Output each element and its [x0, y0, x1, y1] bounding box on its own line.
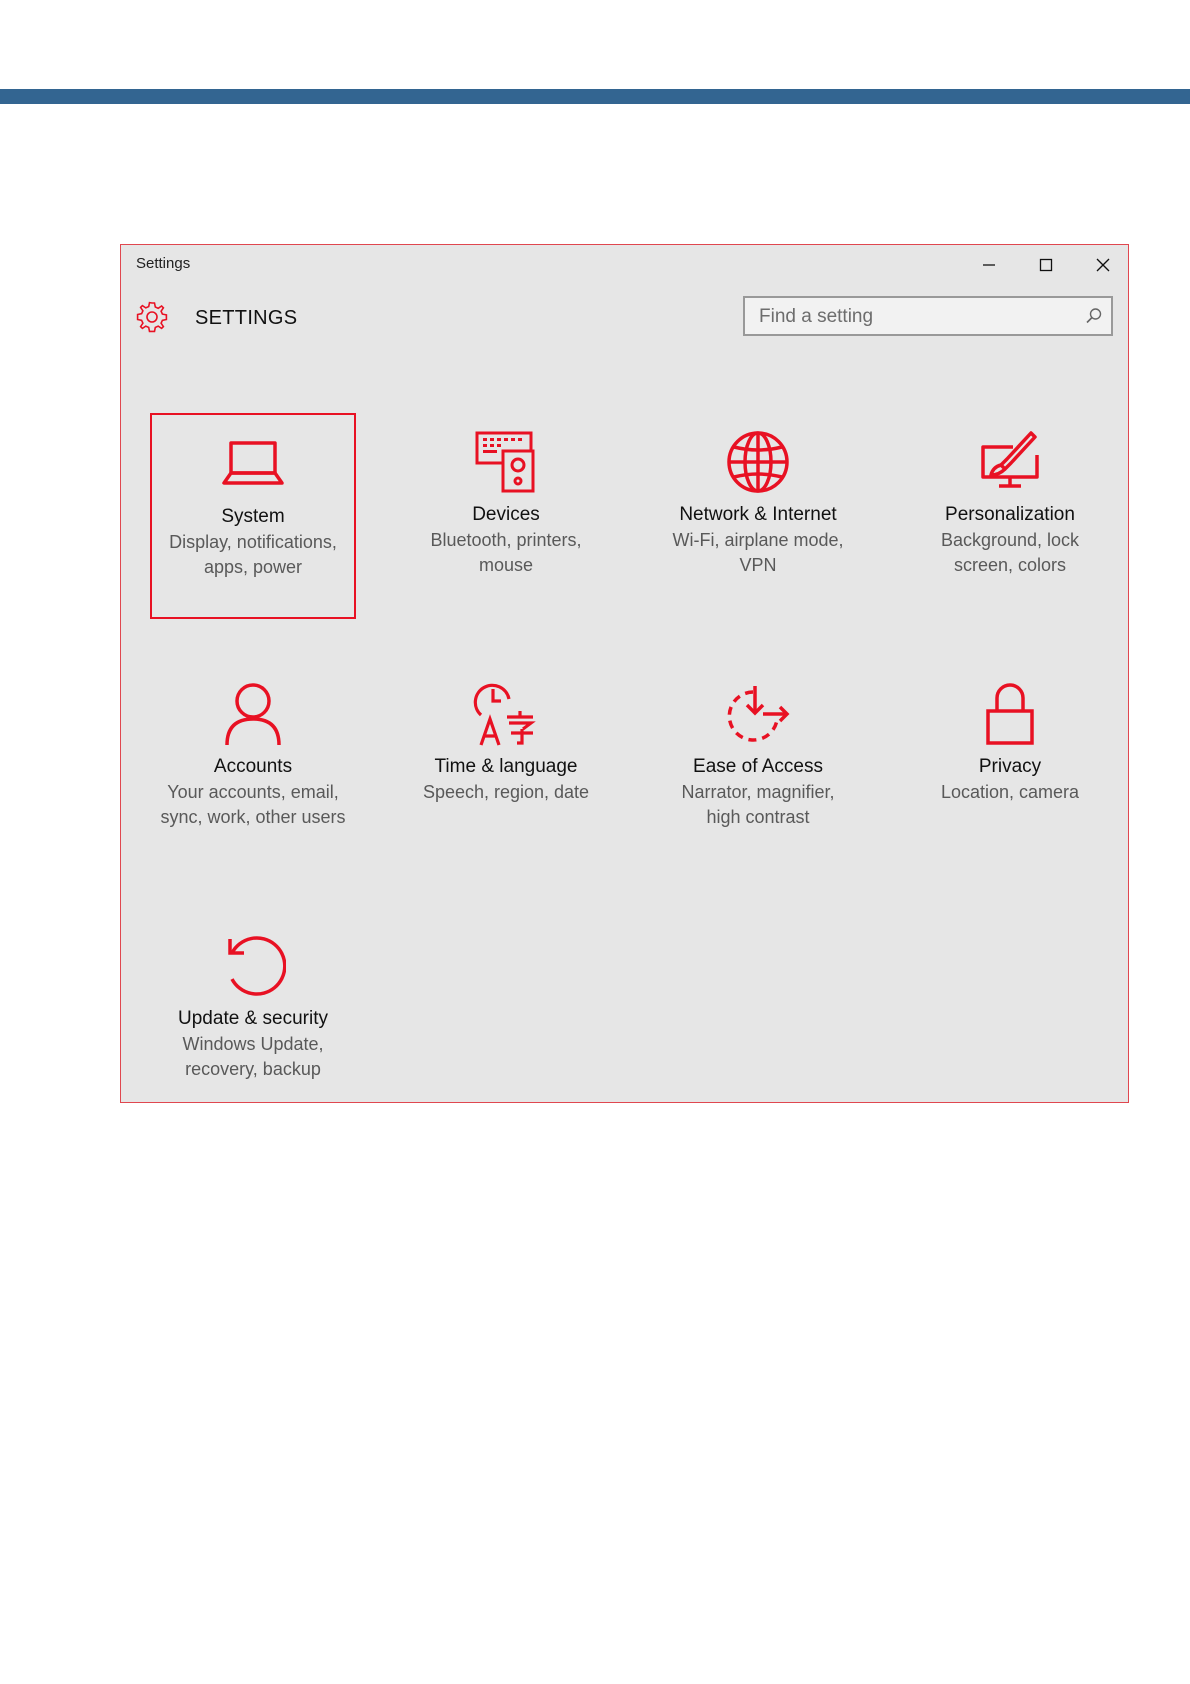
search-input[interactable] — [757, 298, 1081, 336]
globe-icon — [727, 431, 789, 493]
tile-description: Bluetooth, printers, mouse — [430, 530, 582, 575]
paintbrush-icon — [981, 431, 1039, 488]
lock-icon — [986, 683, 1034, 745]
tile-description: Narrator, magnifier, high contrast — [681, 782, 835, 827]
page-title: SETTINGS — [195, 307, 298, 329]
laptop-icon — [222, 441, 284, 485]
window-title: Settings — [136, 255, 191, 272]
maximize-button[interactable] — [1018, 245, 1074, 285]
tile-network-internet[interactable]: Network & Internet Wi-Fi, airplane mode,… — [655, 413, 861, 619]
tile-title: Time & language — [434, 756, 578, 777]
close-icon — [1096, 258, 1110, 272]
minimize-button[interactable] — [961, 245, 1017, 285]
tile-description: Your accounts, email, sync, work, other u… — [160, 782, 346, 827]
refresh-icon — [228, 936, 286, 996]
close-button[interactable] — [1075, 245, 1131, 285]
settings-window: Settings SETTINGS Find a setting System … — [120, 244, 1129, 1103]
tile-title: Privacy — [978, 756, 1042, 777]
tile-devices[interactable]: Devices Bluetooth, printers, mouse — [403, 413, 609, 619]
document-header-bar — [0, 89, 1190, 104]
tile-accounts[interactable]: Accounts Your accounts, email, sync, work… — [150, 665, 356, 871]
tile-system[interactable]: System Display, notifications, apps, powe… — [150, 413, 356, 619]
tile-description: Wi-Fi, airplane mode, VPN — [672, 530, 844, 575]
tile-title: Devices — [472, 504, 540, 525]
minimize-icon — [983, 264, 995, 266]
ease-of-access-icon — [727, 686, 790, 742]
settings-header: SETTINGS — [121, 291, 1128, 351]
person-icon — [225, 683, 281, 746]
tile-description: Windows Update, recovery, backup — [182, 1034, 324, 1079]
tile-update-security[interactable]: Update & security Windows Update, recover… — [150, 917, 356, 1123]
time-language-icon — [473, 683, 536, 746]
title-bar[interactable]: Settings — [121, 245, 1128, 285]
tile-description: Display, notifications, apps, power — [169, 532, 337, 577]
tile-title: Network & Internet — [679, 504, 837, 525]
tile-title: Update & security — [178, 1008, 328, 1029]
tile-description: Background, lock screen, colors — [940, 530, 1080, 575]
search-icon[interactable] — [1085, 307, 1103, 325]
tile-privacy[interactable]: Privacy Location, camera — [907, 665, 1113, 871]
tile-title: Accounts — [213, 756, 293, 777]
tile-title: Ease of Access — [693, 756, 823, 777]
tile-description: Speech, region, date — [422, 782, 590, 802]
devices-icon — [475, 431, 535, 493]
search-box[interactable] — [743, 296, 1113, 336]
maximize-icon — [1039, 258, 1053, 272]
gear-icon — [136, 301, 168, 333]
tile-title: System — [221, 506, 285, 527]
tile-personalization[interactable]: Personalization Background, lock screen, … — [907, 413, 1113, 619]
tile-title: Personalization — [945, 504, 1075, 525]
tile-description: Location, camera — [940, 782, 1080, 802]
tile-time-language[interactable]: Time & language Speech, region, date — [403, 665, 609, 871]
tile-ease-of-access[interactable]: Ease of Access Narrator, magnifier, high … — [655, 665, 861, 871]
